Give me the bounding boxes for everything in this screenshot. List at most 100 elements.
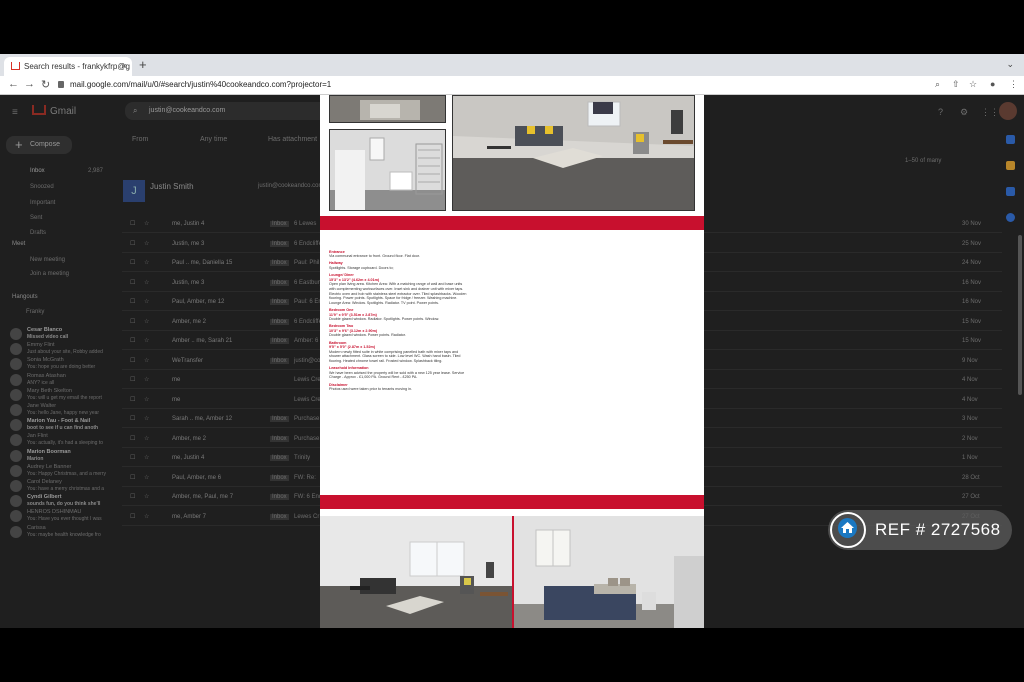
- row-date: 4 Nov: [962, 396, 978, 403]
- row-checkbox-icon[interactable]: ☐: [130, 493, 135, 500]
- nav-important[interactable]: Important: [30, 200, 55, 206]
- row-sender: Amber .. me, Sarah 21: [172, 338, 233, 344]
- row-label: Inbox: [270, 299, 289, 305]
- help-icon[interactable]: ?: [938, 107, 943, 117]
- hangouts-contact-message: Missed video call: [27, 334, 69, 340]
- hangouts-contact[interactable]: Carol Delaney You: have a merry christmas…: [0, 479, 115, 494]
- reload-icon[interactable]: ↻: [41, 78, 50, 91]
- row-star-icon[interactable]: ☆: [144, 415, 149, 422]
- row-star-icon[interactable]: ☆: [144, 474, 149, 481]
- living-room-photo: [320, 516, 512, 628]
- calendar-icon[interactable]: [1006, 135, 1015, 144]
- apps-grid-icon[interactable]: ⋮⋮: [981, 107, 999, 118]
- row-star-icon[interactable]: ☆: [144, 435, 149, 442]
- hangouts-contact[interactable]: Marion Boorman Marion: [0, 449, 115, 464]
- filter-time-chip[interactable]: Any time: [200, 136, 227, 143]
- row-checkbox-icon[interactable]: ☐: [130, 337, 135, 344]
- row-label: Inbox: [270, 240, 289, 247]
- row-star-icon[interactable]: ☆: [144, 318, 149, 325]
- hangouts-contact[interactable]: Romas Atashan ANY? ice all: [0, 373, 115, 388]
- keep-icon[interactable]: [1006, 161, 1015, 170]
- hangouts-contact[interactable]: Audrey Le Banner You: Happy Christmas, an…: [0, 464, 115, 479]
- hangouts-contact[interactable]: Emmy Flint Just about your site, Robby ad…: [0, 342, 115, 357]
- section-body: Double glazed window. Radiator. Spotligh…: [329, 317, 440, 322]
- meet-new-meeting[interactable]: New meeting: [30, 257, 65, 263]
- profile-icon[interactable]: ●: [990, 79, 995, 89]
- hangouts-contact-name: Cyndi Gilbert: [27, 494, 62, 501]
- hamburger-menu-icon[interactable]: ≡: [12, 107, 18, 118]
- hangouts-contact[interactable]: Jane Walter You: hello Jane, happy new ye…: [0, 403, 115, 418]
- row-star-icon[interactable]: ☆: [144, 376, 149, 383]
- tab-search-chevron-icon[interactable]: ⌄: [1006, 59, 1014, 70]
- row-checkbox-icon[interactable]: ☐: [130, 396, 135, 403]
- back-arrow-icon[interactable]: ←: [8, 78, 19, 90]
- row-star-icon[interactable]: ☆: [144, 493, 149, 500]
- filter-attachment-chip[interactable]: Has attachment: [268, 136, 317, 143]
- row-checkbox-icon[interactable]: ☐: [130, 279, 135, 286]
- nav-drafts[interactable]: Drafts: [30, 230, 46, 236]
- row-star-icon[interactable]: ☆: [144, 298, 149, 305]
- row-checkbox-icon[interactable]: ☐: [130, 220, 135, 227]
- nav-inbox[interactable]: Inbox: [30, 168, 45, 174]
- forward-arrow-icon[interactable]: →: [24, 78, 35, 90]
- row-checkbox-icon[interactable]: ☐: [130, 357, 135, 364]
- nav-inbox-count: 2,987: [88, 168, 104, 174]
- row-checkbox-icon[interactable]: ☐: [130, 376, 135, 383]
- row-checkbox-icon[interactable]: ☐: [130, 474, 135, 481]
- row-checkbox-icon[interactable]: ☐: [130, 513, 135, 520]
- menu-dots-icon[interactable]: ⋮: [1009, 79, 1018, 90]
- filter-from-chip[interactable]: From: [132, 136, 148, 143]
- row-star-icon[interactable]: ☆: [144, 513, 149, 520]
- row-checkbox-icon[interactable]: ☐: [130, 259, 135, 266]
- url-field[interactable]: mail.google.com/mail/u/0/#search/justin%…: [58, 78, 958, 93]
- new-tab-button[interactable]: +: [139, 57, 147, 72]
- hangouts-contact-name: Romas Atashan: [27, 372, 66, 379]
- row-star-icon[interactable]: ☆: [144, 357, 149, 364]
- hangouts-contact[interactable]: Cyndi Gilbert sounds fun, do you think sh…: [0, 494, 115, 509]
- share-icon[interactable]: ⇧: [952, 79, 960, 90]
- nav-sent[interactable]: Sent: [30, 215, 42, 221]
- plus-icon: +: [15, 137, 23, 152]
- row-date: 1 Nov: [962, 455, 978, 461]
- row-checkbox-icon[interactable]: ☐: [130, 298, 135, 305]
- row-sender: Amber, me 2: [172, 435, 207, 442]
- contact-email[interactable]: justin@cookeandco.com: [258, 183, 323, 189]
- row-star-icon[interactable]: ☆: [144, 240, 149, 247]
- hangouts-contact-message: You: actually, it's had a sleeping to: [27, 440, 104, 447]
- search-icon[interactable]: ⌕: [935, 79, 940, 90]
- settings-gear-icon[interactable]: ⚙: [960, 107, 968, 118]
- row-checkbox-icon[interactable]: ☐: [130, 454, 135, 461]
- hangouts-contact[interactable]: HENROS DSHINMAU You: Have you ever though…: [0, 509, 115, 524]
- compose-button[interactable]: + Compose: [6, 136, 72, 154]
- hangouts-avatar: [10, 373, 22, 386]
- row-checkbox-icon[interactable]: ☐: [130, 318, 135, 325]
- hangouts-contact[interactable]: Sonia McGrath You: hope you are doing bet…: [0, 357, 115, 372]
- bookmark-star-icon[interactable]: ☆: [969, 79, 977, 90]
- row-star-icon[interactable]: ☆: [144, 259, 149, 266]
- row-checkbox-icon[interactable]: ☐: [130, 435, 135, 442]
- contacts-icon[interactable]: [1006, 213, 1015, 222]
- section-body: Double glazed window. Power points. Radi…: [329, 333, 406, 338]
- hangouts-contact-message: ANY? ice all: [27, 379, 55, 386]
- browser-tab[interactable]: Search results - frankykfrp@g ×: [4, 57, 132, 76]
- tasks-icon[interactable]: [1006, 187, 1015, 196]
- row-date: 25 Nov: [962, 240, 982, 247]
- row-checkbox-icon[interactable]: ☐: [130, 240, 135, 247]
- hangouts-user[interactable]: Franky: [26, 309, 44, 315]
- tab-close-icon[interactable]: ×: [122, 61, 127, 71]
- hangouts-contact[interactable]: Cesar Blanco Missed video call: [0, 327, 115, 342]
- hangouts-contact[interactable]: Mary Beth Skelton You: will u get my emai…: [0, 388, 115, 403]
- nav-snoozed[interactable]: Snoozed: [30, 184, 54, 190]
- row-star-icon[interactable]: ☆: [144, 220, 149, 227]
- row-checkbox-icon[interactable]: ☐: [130, 415, 135, 422]
- row-star-icon[interactable]: ☆: [144, 279, 149, 286]
- row-star-icon[interactable]: ☆: [144, 337, 149, 344]
- row-star-icon[interactable]: ☆: [144, 454, 149, 461]
- hangouts-contact[interactable]: Marion Yau - Foot & Nail boot to see if u…: [0, 418, 115, 433]
- account-avatar[interactable]: [999, 102, 1017, 120]
- hangouts-contact[interactable]: Carissa You: maybe health knowledge fro: [0, 525, 115, 540]
- row-star-icon[interactable]: ☆: [144, 396, 149, 403]
- hangouts-contact[interactable]: Jan Flint You: actually, it's had a sleep…: [0, 433, 115, 448]
- tab-title: Search results - frankykfrp@g: [24, 62, 130, 71]
- meet-join-meeting[interactable]: Join a meeting: [30, 271, 69, 277]
